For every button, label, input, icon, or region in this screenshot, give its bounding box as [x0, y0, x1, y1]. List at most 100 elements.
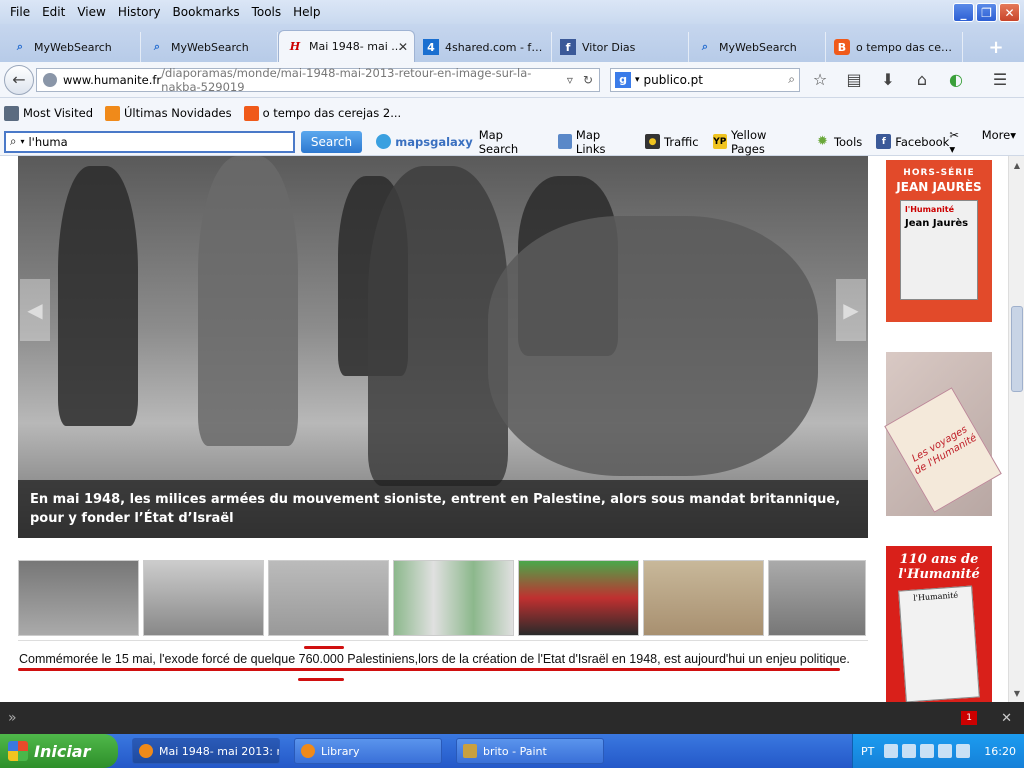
- search-icon[interactable]: ⌕: [788, 72, 795, 87]
- hamburger-menu-icon[interactable]: ☰: [986, 66, 1014, 94]
- photo-figure: [58, 166, 138, 426]
- bookmark-label: Últimas Novidades: [124, 106, 232, 120]
- notification-badge[interactable]: 1: [961, 711, 978, 725]
- display-icon[interactable]: [956, 744, 971, 758]
- thumbnail[interactable]: [643, 560, 764, 636]
- traffic-link[interactable]: ● Traffic: [645, 134, 699, 149]
- new-tab-button[interactable]: +: [980, 32, 1012, 62]
- minimize-button[interactable]: _: [953, 3, 974, 22]
- menu-edit[interactable]: Edit: [36, 5, 71, 19]
- close-addon-bar-icon[interactable]: ✕: [1001, 711, 1012, 726]
- bookmark-tempo-cerejas[interactable]: o tempo das cerejas 2...: [243, 105, 401, 121]
- addon-icon[interactable]: ◐: [942, 66, 970, 94]
- toolbar-search-button[interactable]: Search: [300, 130, 363, 153]
- tab-mywebsearch-2[interactable]: ⌕ MyWebSearch: [141, 32, 278, 62]
- menu-file[interactable]: File: [4, 5, 36, 19]
- task-label: Mai 1948- mai 2013: r...: [159, 744, 280, 758]
- thumbnail[interactable]: [393, 560, 514, 636]
- tab-tempo-cerejas[interactable]: B o tempo das cerej...: [826, 32, 963, 62]
- scrollbar-thumb[interactable]: [1011, 306, 1023, 392]
- tab-label: Vitor Dias: [582, 40, 636, 54]
- 4shared-icon: 4: [423, 39, 439, 55]
- thumbnail[interactable]: [143, 560, 264, 636]
- taskbar-library-window[interactable]: Library: [294, 738, 442, 764]
- facebook-link[interactable]: f Facebook: [876, 134, 949, 149]
- toolbar-search-input[interactable]: ⌕ ▾ l'huma: [4, 130, 295, 153]
- home-icon[interactable]: ⌂: [908, 66, 936, 94]
- url-bar[interactable]: www.humanite.fr/diaporamas/monde/mai-194…: [36, 65, 600, 94]
- thumbnail[interactable]: [268, 560, 389, 636]
- voyages-ad[interactable]: Les voyages de l'Humanité: [884, 352, 1002, 516]
- search-engine-dropdown-icon[interactable]: ▾: [635, 75, 640, 85]
- menu-bookmarks[interactable]: Bookmarks: [167, 5, 246, 19]
- menu-help[interactable]: Help: [287, 5, 326, 19]
- tab-mywebsearch-3[interactable]: ⌕ MyWebSearch: [689, 32, 826, 62]
- tray-arrow-icon[interactable]: [884, 744, 899, 758]
- thumbnail[interactable]: [18, 560, 139, 636]
- vertical-scrollbar[interactable]: ▲ ▼: [1008, 156, 1024, 702]
- slideshow-photo[interactable]: En mai 1948, les milices armées du mouve…: [18, 156, 868, 538]
- language-indicator[interactable]: PT: [861, 745, 874, 758]
- url-path: /diaporamas/monde/mai-1948-mai-2013-reto…: [161, 65, 532, 94]
- tab-vitor-dias[interactable]: f Vitor Dias: [552, 32, 689, 62]
- start-button[interactable]: Iniciar: [0, 734, 118, 768]
- map-links-link[interactable]: Map Links: [557, 128, 632, 156]
- map-search-label: Map Search: [478, 127, 519, 156]
- back-button[interactable]: ←: [4, 64, 34, 95]
- red-underline-annotation: [18, 668, 840, 671]
- taskbar-firefox-window[interactable]: Mai 1948- mai 2013: r...: [132, 738, 280, 764]
- menu-history[interactable]: History: [112, 5, 167, 19]
- wrench-icon[interactable]: ✂ ▾: [949, 128, 965, 156]
- download-icon[interactable]: ⬇: [874, 66, 902, 94]
- anniversary-ad[interactable]: 110 ans de l'Humanité l'Humanité: [886, 546, 992, 702]
- reload-icon[interactable]: ↻: [583, 73, 593, 87]
- bookmarks-bar: Most Visited Últimas Novidades o tempo d…: [0, 98, 1024, 128]
- bookmark-most-visited[interactable]: Most Visited: [4, 105, 93, 121]
- tools-link[interactable]: ✹ Tools: [815, 134, 862, 149]
- slideshow-prev-button[interactable]: ◀: [20, 279, 50, 341]
- menu-view[interactable]: View: [71, 5, 111, 19]
- bookmark-star-icon[interactable]: ☆: [806, 66, 834, 94]
- clock[interactable]: 16:20: [984, 745, 1016, 758]
- thumbnail[interactable]: [518, 560, 639, 636]
- bookmark-ultimas-novidades[interactable]: Últimas Novidades: [105, 105, 232, 121]
- menu-tools[interactable]: Tools: [246, 5, 288, 19]
- search-input[interactable]: publico.pt: [644, 73, 703, 87]
- search-bar[interactable]: g ▾ publico.pt ⌕: [610, 67, 800, 92]
- google-icon[interactable]: g: [615, 71, 631, 88]
- start-label: Iniciar: [34, 741, 91, 761]
- volume-icon[interactable]: [920, 744, 935, 758]
- thumbnail-strip: [18, 560, 868, 636]
- windows-logo-icon: [8, 741, 28, 761]
- close-tab-icon[interactable]: ✕: [398, 40, 408, 54]
- dropdown-arrow-icon[interactable]: ▾: [20, 137, 24, 146]
- red-underline-annotation: [304, 646, 344, 649]
- slideshow-next-button[interactable]: ▶: [836, 279, 866, 341]
- close-window-button[interactable]: ✕: [999, 3, 1020, 22]
- tab-humanite[interactable]: H Mai 1948- mai ... ✕: [278, 30, 415, 62]
- blogger-icon: B: [834, 39, 850, 55]
- toolbar-right: ✂ ▾ More▾: [949, 128, 1016, 156]
- security-icon[interactable]: [938, 744, 953, 758]
- chevron-right-icon: ▶: [843, 298, 859, 322]
- tab-4shared[interactable]: 4 4shared.com - fre...: [415, 32, 552, 62]
- more-menu[interactable]: More▾: [982, 128, 1016, 156]
- menu-bar: File Edit View History Bookmarks Tools H…: [0, 0, 1024, 24]
- double-chevron-icon[interactable]: »: [8, 710, 17, 726]
- network-icon[interactable]: [902, 744, 917, 758]
- jaures-hors-serie-ad[interactable]: HORS-SÉRIE JEAN JAURÈS l'Humanité Jean J…: [886, 160, 992, 322]
- taskbar-paint-window[interactable]: brito - Paint: [456, 738, 604, 764]
- photo-figure: [488, 216, 818, 476]
- restore-button[interactable]: ❐: [976, 3, 997, 22]
- reading-list-icon[interactable]: ▤: [840, 66, 868, 94]
- scroll-down-icon[interactable]: ▼: [1010, 686, 1024, 700]
- divider: [18, 640, 868, 641]
- traffic-label: Traffic: [664, 134, 699, 149]
- dropdown-arrow-icon[interactable]: ▿: [567, 73, 573, 87]
- thumbnail[interactable]: [768, 560, 866, 636]
- scroll-up-icon[interactable]: ▲: [1010, 158, 1024, 172]
- mapsgalaxy-logo[interactable]: mapsgalaxy: [376, 134, 473, 149]
- tab-mywebsearch-1[interactable]: ⌕ MyWebSearch: [4, 32, 141, 62]
- map-search-link[interactable]: Map Search: [479, 128, 544, 156]
- yellow-pages-link[interactable]: YP Yellow Pages: [712, 128, 801, 156]
